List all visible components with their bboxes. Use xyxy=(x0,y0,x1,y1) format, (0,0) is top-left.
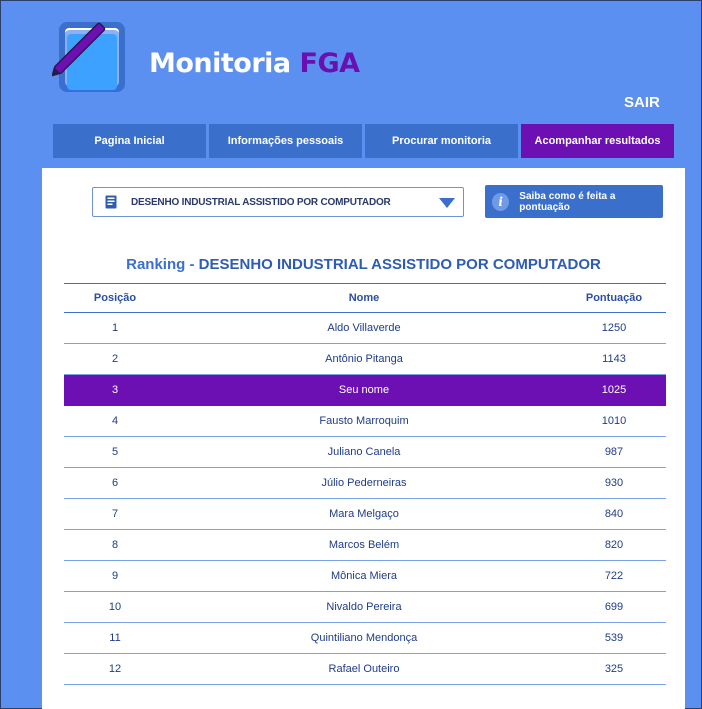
column-header-name: Nome xyxy=(166,283,562,313)
table-row: 12 Rafael Outeiro 325 xyxy=(64,653,666,685)
table-row: 2 Antônio Pitanga 1143 xyxy=(64,343,666,375)
row-name: Aldo Villaverde xyxy=(166,312,562,344)
row-position: 1 xyxy=(64,312,166,344)
ranking-table-body: 1 Aldo Villaverde 1250 2 Antônio Pitanga 114… xyxy=(64,312,666,685)
row-name: Júlio Pederneiras xyxy=(166,467,562,499)
ranking-title-prefix: Ranking xyxy=(126,256,186,273)
row-name: Mara Melgaço xyxy=(166,498,562,530)
row-position: 9 xyxy=(64,560,166,592)
table-row: 10 Nivaldo Pereira 699 xyxy=(64,591,666,623)
ranking-table: Posição Nome Pontuação 1 Aldo Villaverde 1… xyxy=(64,283,666,685)
row-score: 325 xyxy=(562,653,666,685)
scoring-info-button[interactable]: i Saiba como é feita a pontuação xyxy=(485,185,663,218)
row-name: Seu nome xyxy=(166,374,562,406)
main-nav: Pagina Inicial Informações pessoais Proc… xyxy=(53,124,674,158)
row-position: 8 xyxy=(64,529,166,561)
row-score: 840 xyxy=(562,498,666,530)
row-score: 1010 xyxy=(562,405,666,437)
row-score: 930 xyxy=(562,467,666,499)
row-position: 4 xyxy=(64,405,166,437)
book-icon xyxy=(105,195,117,209)
scoring-info-label: Saiba como é feita a pontuação xyxy=(519,190,616,213)
app-title: Monitoria FGA xyxy=(149,48,360,79)
row-score: 1025 xyxy=(562,374,666,406)
chevron-down-icon[interactable] xyxy=(439,198,455,208)
course-select[interactable]: DESENHO INDUSTRIAL ASSISTIDO POR COMPUTA… xyxy=(92,187,464,217)
tab-personal-info[interactable]: Informações pessoais xyxy=(209,124,362,158)
row-position: 7 xyxy=(64,498,166,530)
row-score: 722 xyxy=(562,560,666,592)
table-row: 1 Aldo Villaverde 1250 xyxy=(64,312,666,344)
ranking-title-course: DESENHO INDUSTRIAL ASSISTIDO POR COMPUTA… xyxy=(198,256,601,273)
row-name: Juliano Canela xyxy=(166,436,562,468)
row-position: 5 xyxy=(64,436,166,468)
row-position: 2 xyxy=(64,343,166,375)
table-row: 7 Mara Melgaço 840 xyxy=(64,498,666,530)
table-row: 4 Fausto Marroquim 1010 xyxy=(64,405,666,437)
tab-track-results[interactable]: Acompanhar resultados xyxy=(521,124,674,158)
row-name: Antônio Pitanga xyxy=(166,343,562,375)
column-header-score: Pontuação xyxy=(562,283,666,313)
row-position: 10 xyxy=(64,591,166,623)
row-name: Nivaldo Pereira xyxy=(166,591,562,623)
main-panel: DESENHO INDUSTRIAL ASSISTIDO POR COMPUTA… xyxy=(42,168,685,709)
table-row: 6 Júlio Pederneiras 930 xyxy=(64,467,666,499)
row-name: Mônica Miera xyxy=(166,560,562,592)
row-score: 539 xyxy=(562,622,666,654)
row-name: Rafael Outeiro xyxy=(166,653,562,685)
row-score: 699 xyxy=(562,591,666,623)
row-name: Quintiliano Mendonça xyxy=(166,622,562,654)
table-row: 8 Marcos Belém 820 xyxy=(64,529,666,561)
row-score: 987 xyxy=(562,436,666,468)
row-score: 1143 xyxy=(562,343,666,375)
table-header-row: Posição Nome Pontuação xyxy=(64,283,666,313)
column-header-position: Posição xyxy=(64,283,166,313)
table-row: 11 Quintiliano Mendonça 539 xyxy=(64,622,666,654)
row-name: Fausto Marroquim xyxy=(166,405,562,437)
table-row: 9 Mônica Miera 722 xyxy=(64,560,666,592)
row-name: Marcos Belém xyxy=(166,529,562,561)
row-position: 11 xyxy=(64,622,166,654)
row-position: 6 xyxy=(64,467,166,499)
row-score: 1250 xyxy=(562,312,666,344)
app-title-accent: FGA xyxy=(299,48,361,79)
ranking-title-separator: - xyxy=(189,256,195,273)
app-title-main: Monitoria xyxy=(149,48,291,79)
course-select-value: DESENHO INDUSTRIAL ASSISTIDO POR COMPUTA… xyxy=(131,196,391,208)
tab-search-monitoring[interactable]: Procurar monitoria xyxy=(365,124,518,158)
ranking-title: Ranking - DESENHO INDUSTRIAL ASSISTIDO P… xyxy=(42,256,685,273)
tab-home[interactable]: Pagina Inicial xyxy=(53,124,206,158)
notebook-pen-logo-icon xyxy=(52,22,125,92)
table-row: 5 Juliano Canela 987 xyxy=(64,436,666,468)
logout-link[interactable]: SAIR xyxy=(624,94,660,111)
row-position: 3 xyxy=(64,374,166,406)
table-row-current-user: 3 Seu nome 1025 xyxy=(64,374,666,406)
row-position: 12 xyxy=(64,653,166,685)
info-icon: i xyxy=(492,192,510,211)
row-score: 820 xyxy=(562,529,666,561)
